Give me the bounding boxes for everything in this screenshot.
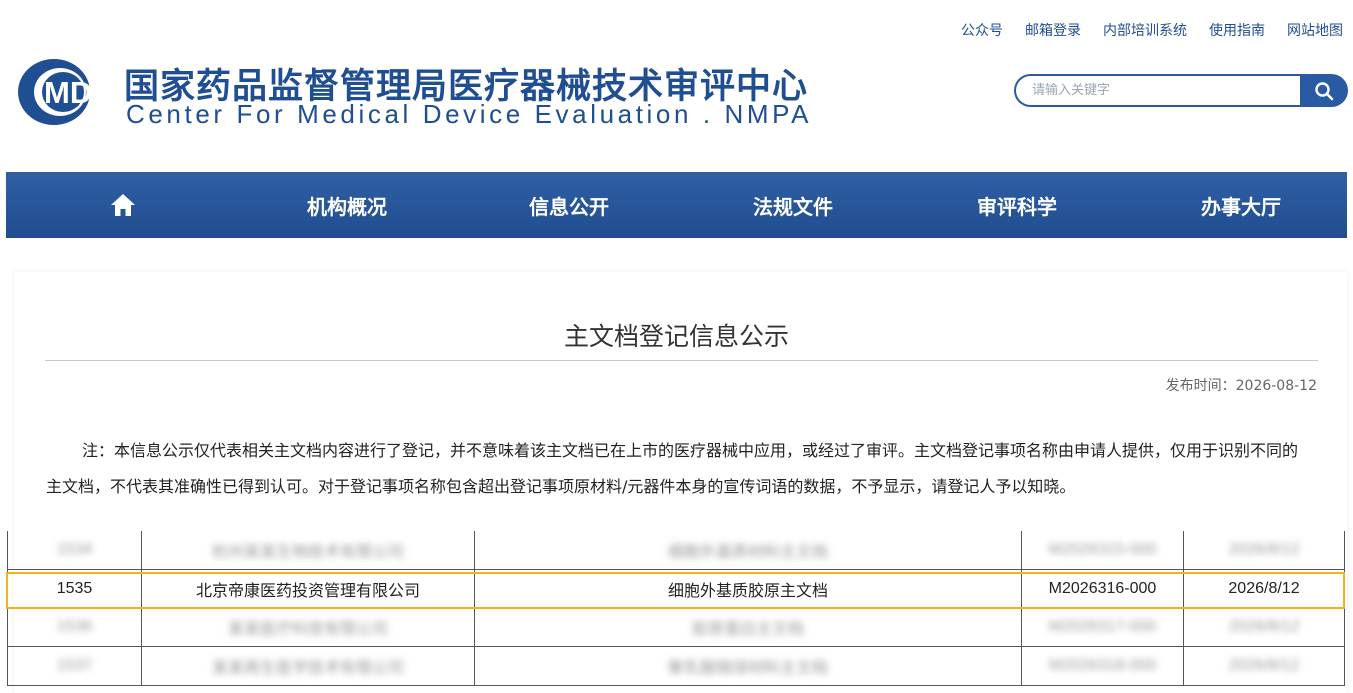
top-link-wechat[interactable]: 公众号 (961, 20, 1003, 40)
table-row: 1535 北京帝康医药投资管理有限公司 细胞外基质胶原主文档 M2026316-000… (7, 569, 1345, 609)
top-links: 公众号 邮箱登录 内部培训系统 使用指南 网站地图 (961, 20, 1343, 40)
page-title: 主文档登记信息公示 (563, 322, 789, 351)
cell-document-name: 细胞外基质材料主文档 (474, 531, 1022, 571)
cell-applicant: 某某医疗科技有限公司 (141, 607, 475, 648)
cell-serial-no: 1536 (7, 607, 142, 648)
cell-document-name: 胶原蛋白主文档 (474, 607, 1022, 648)
nav-home[interactable] (102, 172, 144, 238)
main-nav: 机构概况 信息公开 法规文件 审评科学 办事大厅 (6, 172, 1347, 238)
master-file-table: 1534 杭州某某生物技术有限公司 细胞外基质材料主文档 M2026315-000 20… (7, 531, 1345, 686)
search-input[interactable] (1014, 74, 1302, 107)
cell-registration-no: M2026316-000 (1021, 569, 1184, 609)
cell-date: 2026/8/12 (1183, 569, 1345, 609)
cell-document-name: 聚乳酸微球材料主文档 (474, 646, 1022, 686)
cell-registration-no: M2026315-000 (1021, 531, 1184, 571)
mde-logo[interactable]: MDE (14, 52, 122, 132)
publish-date: 2026-08-12 (1235, 378, 1317, 394)
top-link-mail-login[interactable]: 邮箱登录 (1025, 20, 1081, 40)
cell-registration-no: M2026317-000 (1021, 607, 1184, 648)
nav-item-service-hall[interactable]: 办事大厅 (1166, 172, 1316, 238)
home-icon (111, 194, 135, 216)
nav-item-review-science[interactable]: 审评科学 (942, 172, 1092, 238)
logo-text: MDE (44, 75, 113, 110)
cell-registration-no: M2026318-000 (1021, 646, 1184, 686)
cell-applicant: 杭州某某生物技术有限公司 (141, 531, 475, 571)
site-title-en: Center For Medical Device Evaluation . N… (126, 99, 813, 129)
top-link-training-system[interactable]: 内部培训系统 (1103, 20, 1187, 40)
nav-item-regulations[interactable]: 法规文件 (718, 172, 868, 238)
publish-time: 发布时间：2026-08-12 (1166, 375, 1317, 395)
search-icon (1315, 81, 1334, 100)
cell-serial-no: 1537 (7, 646, 142, 686)
cell-applicant: 北京帝康医药投资管理有限公司 (141, 569, 475, 609)
cell-document-name: 细胞外基质胶原主文档 (474, 569, 1022, 609)
nav-item-organization[interactable]: 机构概况 (272, 172, 422, 238)
top-link-guide[interactable]: 使用指南 (1209, 20, 1265, 40)
cell-date: 2026/8/12 (1183, 531, 1345, 571)
publish-label: 发布时间： (1165, 378, 1236, 394)
table-row: 1536 某某医疗科技有限公司 胶原蛋白主文档 M2026317-000 2026/8/… (7, 607, 1345, 648)
top-link-sitemap[interactable]: 网站地图 (1287, 20, 1343, 40)
table-row: 1537 某某再生医学技术有限公司 聚乳酸微球材料主文档 M2026318-000 20… (7, 646, 1345, 686)
disclaimer-note: 注：本信息公示仅代表相关主文档内容进行了登记，并不意味着该主文档已在上市的医疗器… (46, 441, 1299, 496)
table-row: 1534 杭州某某生物技术有限公司 细胞外基质材料主文档 M2026315-000 20… (7, 531, 1345, 571)
nav-item-info-disclosure[interactable]: 信息公开 (494, 172, 644, 238)
cell-serial-no: 1534 (7, 531, 142, 571)
cell-applicant: 某某再生医学技术有限公司 (141, 646, 475, 686)
title-divider (45, 360, 1318, 361)
cell-date: 2026/8/12 (1183, 607, 1345, 648)
search-button[interactable] (1300, 74, 1348, 107)
cell-date: 2026/8/12 (1183, 646, 1345, 686)
cell-serial-no: 1535 (7, 569, 142, 609)
